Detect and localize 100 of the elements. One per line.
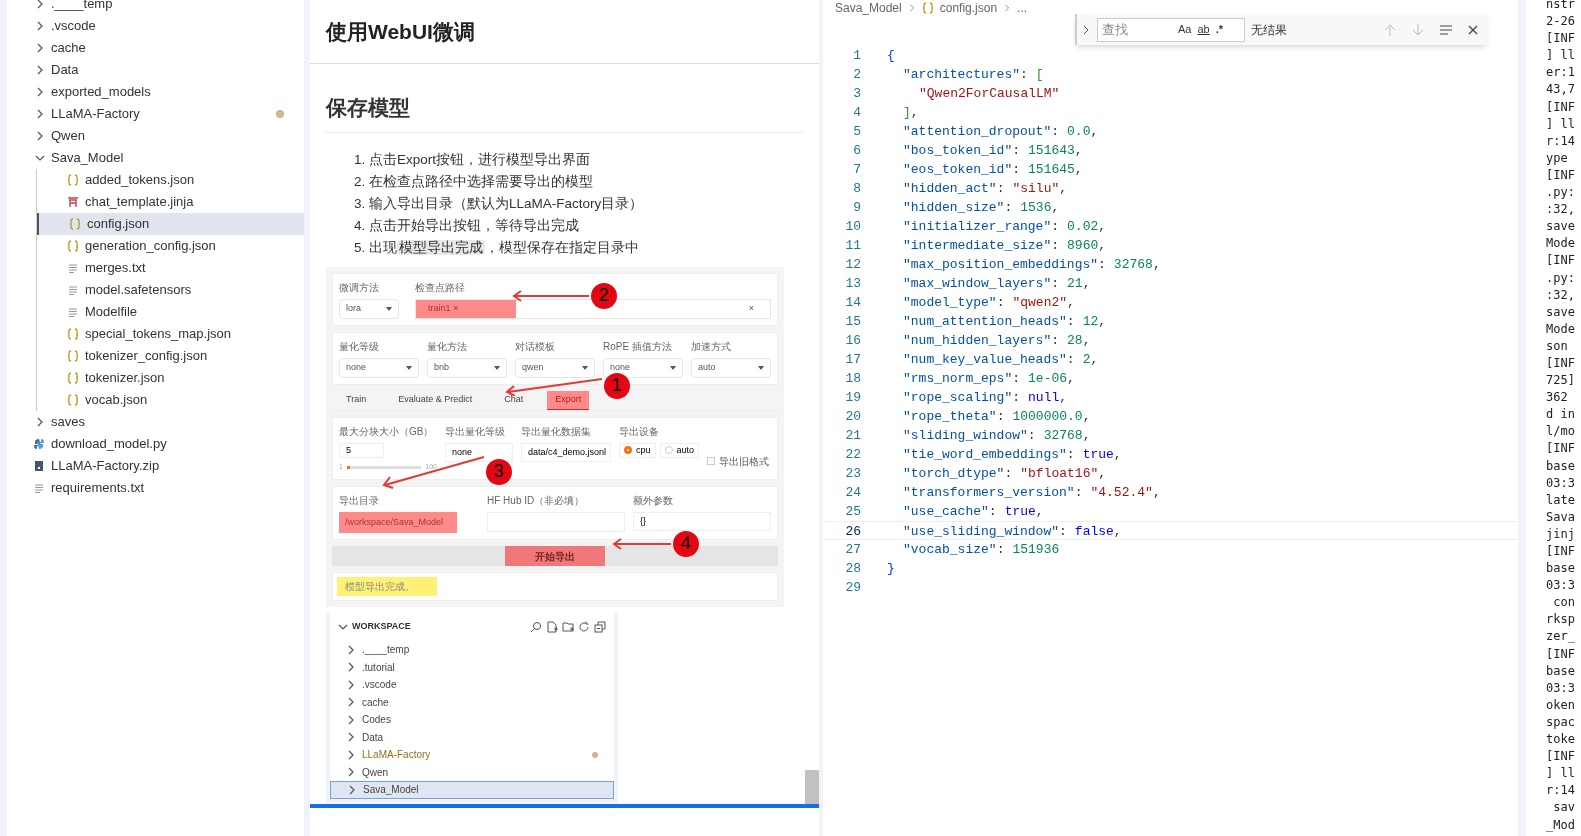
file-tree-item[interactable]: .____temp: [330, 641, 614, 659]
code-token: "architectures": [903, 66, 1021, 84]
file-tree-item[interactable]: .vscode: [7, 15, 304, 37]
select-field[interactable]: none: [339, 357, 419, 378]
file-tree-item[interactable]: .tutorial: [330, 658, 614, 676]
file-tree-item[interactable]: model.safetensors: [37, 279, 304, 301]
select-field[interactable]: none: [603, 357, 683, 378]
file-tree-item[interactable]: Qwen: [330, 763, 614, 781]
terminal-line: [INF: [1546, 166, 1576, 184]
file-tree-item[interactable]: merges.txt: [37, 257, 304, 279]
terminal-line: 362: [1546, 389, 1569, 407]
select-field[interactable]: qwen: [515, 357, 595, 378]
line-number: 18: [844, 370, 861, 388]
terminal-line: late: [1546, 491, 1576, 509]
close-icon[interactable]: [1467, 23, 1479, 36]
file-tree-item[interactable]: cache: [7, 37, 304, 59]
file-tree-item[interactable]: Qwen: [7, 125, 304, 147]
file-tree-item[interactable]: download_model.py: [7, 433, 304, 455]
terminal-line: 03:3: [1546, 474, 1576, 492]
new-file-icon[interactable]: [546, 621, 558, 633]
select-field[interactable]: bnb: [427, 357, 507, 378]
file-tree-item[interactable]: vocab.json: [37, 389, 304, 411]
file-tree-item[interactable]: .vscode: [330, 676, 614, 694]
file-tree-item[interactable]: LLaMA-Factory: [330, 746, 614, 764]
file-tree-item[interactable]: .____temp: [7, 0, 304, 15]
file-tree-item[interactable]: chat_template.jinja: [37, 191, 304, 213]
code-token: :: [996, 294, 1005, 312]
file-tree-item[interactable]: LLaMA-Factory.zip: [7, 455, 304, 477]
file-tree-item[interactable]: exported_models: [7, 81, 304, 103]
file-tree-item[interactable]: requirements.txt: [7, 477, 304, 499]
file-tree-item[interactable]: LLaMA-Factory: [7, 103, 304, 125]
code-token: "max_window_layers": [903, 275, 1052, 293]
new-folder-icon[interactable]: [562, 621, 574, 633]
file-tree-item[interactable]: Modelfile: [37, 301, 304, 323]
code-token: "attention_dropout": [903, 123, 1052, 141]
code-token: "num_hidden_layers": [903, 332, 1052, 350]
find-field[interactable]: 查找 Aa ab .*: [1097, 17, 1245, 42]
code-token: null: [1028, 389, 1060, 407]
code-token: "Qwen2ForCausalLM": [919, 85, 1060, 103]
section-heading: 保存模型: [326, 92, 803, 133]
select-field[interactable]: lora: [339, 298, 399, 319]
file-tree-item[interactable]: Sava_Model: [330, 781, 614, 799]
collapse-icon[interactable]: [594, 621, 606, 633]
terminal-line: .py:: [1546, 269, 1576, 287]
breadcrumb[interactable]: ...: [1017, 0, 1028, 17]
code-token: :: [1051, 237, 1060, 255]
select-field[interactable]: auto: [691, 357, 771, 378]
terminal-line: 2-26: [1546, 13, 1576, 31]
chevron-right-icon: [35, 43, 45, 53]
code-token: "vocab_size": [903, 541, 997, 559]
code-token: "hidden_size": [903, 199, 1005, 217]
line-number: 2: [852, 66, 861, 84]
text-field[interactable]: data/c4_demo.jsonl: [521, 442, 611, 462]
terminal-line: [INF: [1546, 748, 1576, 766]
start-export-button[interactable]: 开始导出: [505, 546, 605, 566]
file-tree-item[interactable]: special_tokens_map.json: [37, 323, 304, 345]
file-tree-item[interactable]: added_tokens.json: [37, 169, 304, 191]
radio-option[interactable]: auto: [659, 442, 700, 458]
file-tree-item[interactable]: Sava_Model: [7, 147, 304, 169]
tab[interactable]: Chat: [496, 390, 532, 410]
refresh-icon[interactable]: [578, 621, 590, 633]
file-tree-item[interactable]: Codes: [330, 711, 614, 729]
code-token: :: [1012, 389, 1021, 407]
chevron-right-icon: [35, 21, 45, 31]
field-label: 最大分块大小（GB）: [339, 424, 434, 439]
code-token: ,: [910, 104, 919, 122]
tab[interactable]: Train: [338, 390, 375, 410]
file-tree-item[interactable]: generation_config.json: [37, 235, 304, 257]
regex-toggle[interactable]: .*: [1215, 21, 1224, 38]
chevron-right-icon[interactable]: [1081, 24, 1091, 35]
selection-icon[interactable]: [1439, 22, 1453, 37]
file-tree-item[interactable]: Data: [7, 59, 304, 81]
radio-option[interactable]: cpu: [619, 442, 656, 458]
line-number: 28: [844, 560, 861, 578]
tab[interactable]: Evaluate & Predict: [390, 390, 481, 410]
file-tree-item[interactable]: saves: [7, 411, 304, 433]
breadcrumb[interactable]: Sava_Model: [835, 0, 902, 17]
code-token: "eos_token_id": [903, 161, 1013, 179]
file-tree-item[interactable]: config.json: [37, 213, 304, 235]
code-token: 0.02: [1067, 218, 1099, 236]
file-tree-item[interactable]: tokenizer.json: [37, 367, 304, 389]
scrollbar-thumb[interactable]: [805, 770, 819, 804]
slider-track[interactable]: [346, 465, 422, 469]
whole-word-toggle[interactable]: ab: [1197, 21, 1210, 38]
breadcrumb[interactable]: config.json: [939, 0, 998, 17]
number-field[interactable]: 5: [339, 442, 384, 458]
checkbox-option[interactable]: 导出旧格式: [707, 453, 770, 469]
field-label: 导出量化等级: [445, 424, 505, 439]
terminal-line: :32,: [1546, 286, 1576, 304]
code-token: ,: [1152, 256, 1161, 274]
file-tree-item[interactable]: cache: [330, 693, 614, 711]
file-tree-item[interactable]: tokenizer_config.json: [37, 345, 304, 367]
search-icon[interactable]: [530, 621, 542, 633]
file-tree-item[interactable]: Data: [330, 728, 614, 746]
clear-button[interactable]: ×: [748, 301, 754, 316]
terminal-line: base: [1546, 662, 1576, 680]
text-field[interactable]: {}: [633, 511, 771, 531]
terminal-line: son: [1546, 337, 1569, 355]
match-case-toggle[interactable]: Aa: [1178, 21, 1192, 38]
terminal-line: 03:3: [1546, 577, 1576, 595]
